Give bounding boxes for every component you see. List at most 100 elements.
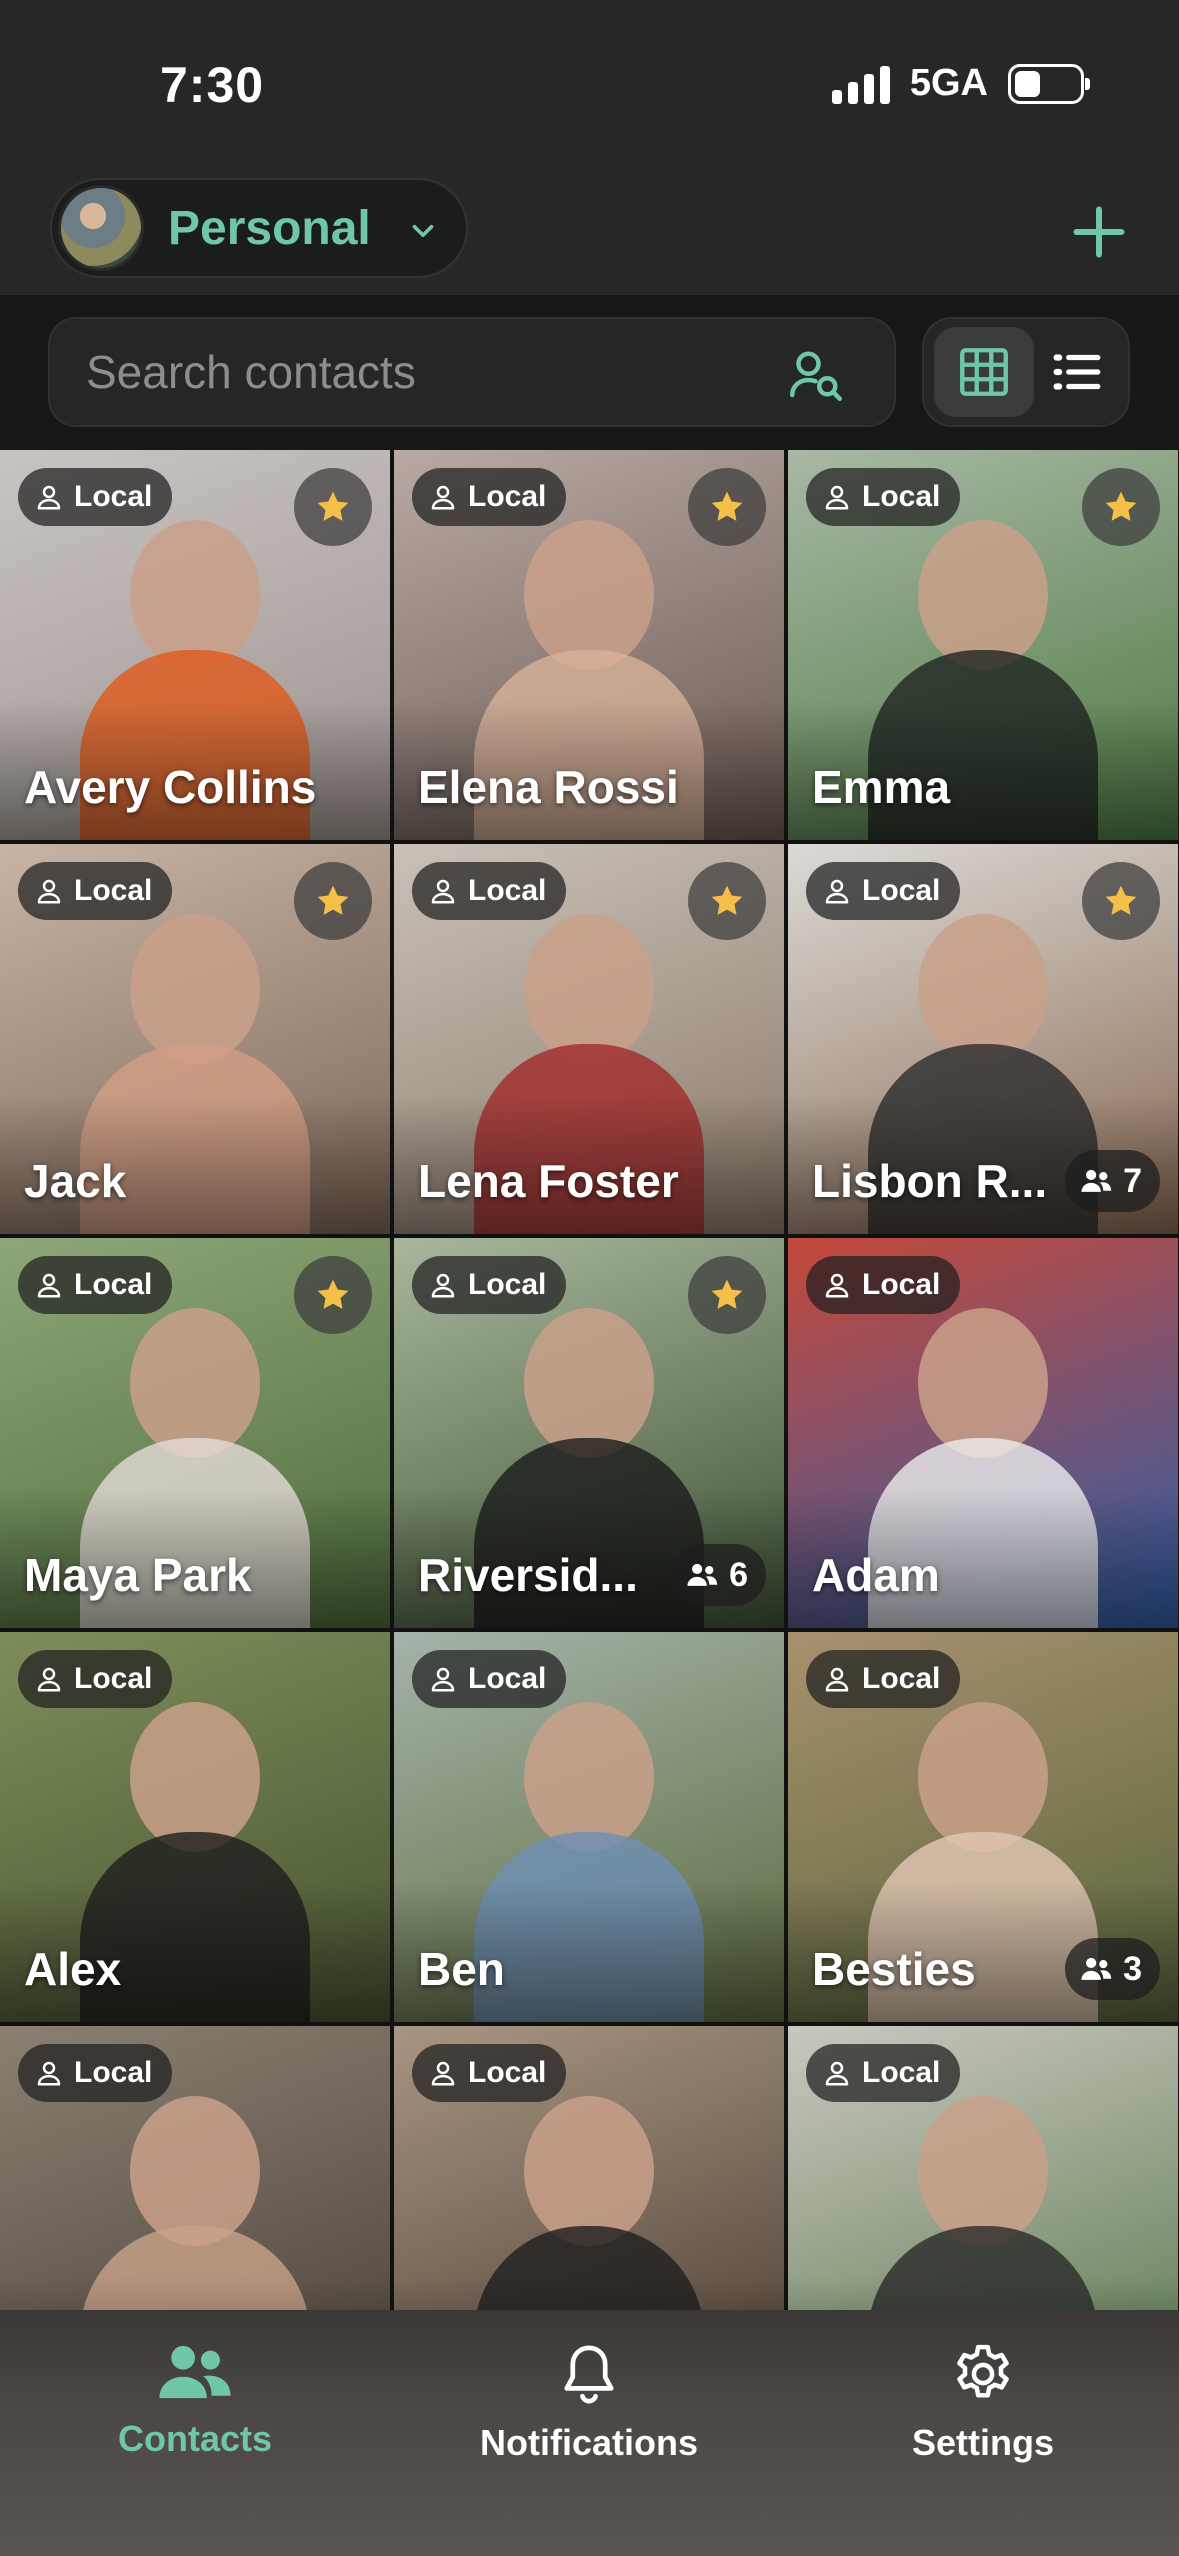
contact-name: Alex (24, 1943, 122, 1995)
local-badge-label: Local (862, 1268, 941, 1301)
contact-tile[interactable]: Local Lisbon R... 7 (788, 844, 1178, 1234)
group-count: 6 (729, 1555, 748, 1594)
header: Personal (0, 170, 1179, 295)
favorite-star-button[interactable] (688, 468, 766, 546)
favorite-star-button[interactable] (294, 1256, 372, 1334)
contact-tile[interactable]: Local (0, 2026, 390, 2310)
contact-tile[interactable]: Local Maya Park (0, 1238, 390, 1628)
local-badge-label: Local (74, 1662, 153, 1695)
favorite-star-button[interactable] (688, 1256, 766, 1334)
local-badge: Local (412, 468, 567, 526)
group-icon (1081, 1169, 1112, 1192)
contact-name: Adam (812, 1549, 940, 1601)
person-search-icon[interactable] (786, 345, 846, 405)
contact-tile[interactable]: Local Adam (788, 1238, 1178, 1628)
account-switcher[interactable]: Personal (50, 178, 468, 278)
contact-tile[interactable]: Local Emma (788, 450, 1178, 840)
contact-tile[interactable]: Local Jack (0, 844, 390, 1234)
add-contact-button[interactable] (1059, 192, 1139, 272)
list-icon (1053, 354, 1101, 390)
tab-settings[interactable]: Settings (823, 2340, 1143, 2490)
avatar (58, 185, 144, 271)
network-label: 5GA (909, 62, 988, 104)
person-icon (825, 1273, 849, 1298)
person-icon (825, 879, 849, 904)
contact-name: Ben (418, 1943, 505, 1995)
person-icon (431, 485, 455, 510)
local-badge: Local (412, 2044, 567, 2102)
group-count: 3 (1123, 1949, 1142, 1988)
contact-tile[interactable]: Local (394, 2026, 784, 2310)
contact-tile[interactable]: Local Ben (394, 1632, 784, 2022)
grid-icon (960, 348, 1008, 396)
contact-tile[interactable]: Local (788, 2026, 1178, 2310)
favorite-star-button[interactable] (1082, 862, 1160, 940)
view-toggle (922, 317, 1130, 427)
tab-settings-label: Settings (911, 2422, 1054, 2463)
local-badge: Local (806, 2044, 961, 2102)
contact-tile[interactable]: Local Avery Collins (0, 450, 390, 840)
battery-icon (1008, 63, 1090, 104)
contact-name: Lena Foster (418, 1155, 679, 1207)
group-count-badge: 7 (1065, 1150, 1160, 1212)
contact-tile[interactable]: Local Besties 3 (788, 1632, 1178, 2022)
local-badge: Local (412, 862, 567, 920)
contact-name: Emma (812, 761, 951, 813)
star-icon (711, 491, 743, 521)
tab-notifications[interactable]: Notifications (429, 2340, 749, 2490)
group-icon (687, 1563, 718, 1586)
star-icon (1105, 885, 1137, 915)
contact-name: Jack (24, 1155, 127, 1207)
contacts-icon (159, 2345, 231, 2399)
bell-icon (564, 2345, 614, 2404)
favorite-star-button[interactable] (294, 468, 372, 546)
person-icon (431, 1667, 455, 1692)
local-badge-label: Local (74, 480, 153, 513)
contact-tile[interactable]: Local Elena Rossi (394, 450, 784, 840)
tab-contacts[interactable]: Contacts (35, 2340, 355, 2490)
local-badge: Local (18, 1650, 173, 1708)
gear-icon (957, 2344, 1009, 2398)
tab-bar: Contacts Notifications Settings (0, 2310, 1179, 2556)
signal-icon (831, 64, 890, 104)
contact-name: Avery Collins (24, 761, 317, 813)
local-badge: Local (18, 2044, 173, 2102)
local-badge-label: Local (862, 480, 941, 513)
search-input[interactable] (86, 319, 786, 425)
local-badge-label: Local (74, 2056, 153, 2089)
local-badge: Local (18, 468, 173, 526)
local-badge-label: Local (862, 1662, 941, 1695)
person-icon (37, 879, 61, 904)
plus-icon (1073, 206, 1125, 258)
contact-tile[interactable]: Local Lena Foster (394, 844, 784, 1234)
favorite-star-button[interactable] (294, 862, 372, 940)
group-count: 7 (1123, 1161, 1142, 1200)
tab-contacts-label: Contacts (117, 2418, 273, 2459)
contact-name: Riversid... (418, 1549, 638, 1601)
local-badge-label: Local (74, 874, 153, 907)
contact-tile[interactable]: Local Alex (0, 1632, 390, 2022)
grid-view-button[interactable] (934, 327, 1034, 417)
contact-name: Maya Park (24, 1549, 252, 1601)
list-view-button[interactable] (1026, 327, 1126, 417)
person-icon (825, 485, 849, 510)
person-icon (37, 1273, 61, 1298)
contact-tile[interactable]: Local Riversid... 6 (394, 1238, 784, 1628)
person-icon (825, 1667, 849, 1692)
local-badge-label: Local (468, 1662, 547, 1695)
search-row (0, 295, 1179, 450)
local-badge-label: Local (862, 874, 941, 907)
star-icon (1105, 491, 1137, 521)
star-icon (711, 885, 743, 915)
local-badge: Local (806, 1650, 961, 1708)
person-icon (431, 879, 455, 904)
account-name: Personal (168, 201, 371, 255)
contact-name: Elena Rossi (418, 761, 679, 813)
local-badge-label: Local (468, 480, 547, 513)
contact-name: Besties (812, 1943, 976, 1995)
favorite-star-button[interactable] (1082, 468, 1160, 546)
favorite-star-button[interactable] (688, 862, 766, 940)
group-count-badge: 3 (1065, 1938, 1160, 2000)
search-box (48, 317, 896, 427)
local-badge-label: Local (862, 2056, 941, 2089)
